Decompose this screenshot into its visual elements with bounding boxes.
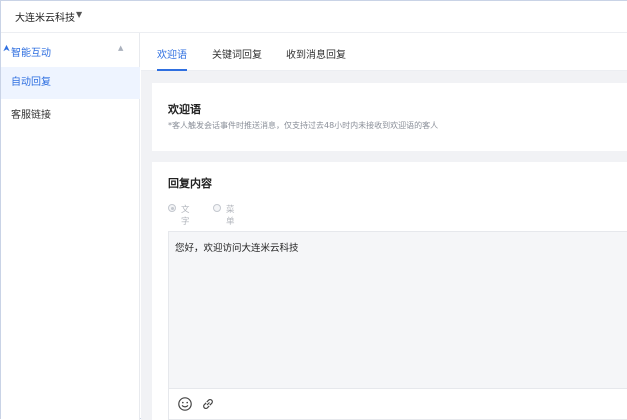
welcome-card-description: *客人触发会话事件时推送消息，仅支持过去48小时内未接收到欢迎语的客人 — [168, 121, 439, 130]
org-name[interactable]: 大连米云科技 — [15, 9, 75, 24]
reply-editor-text[interactable]: 您好，欢迎访问大连米云科技 — [175, 240, 299, 254]
sidebar-group-smart-interaction[interactable]: 智能互动 ▲ — [1, 33, 140, 66]
tab-keyword-reply[interactable]: 关键词回复 — [212, 46, 262, 61]
welcome-card-title: 欢迎语 — [168, 103, 201, 116]
reply-editor[interactable]: 您好，欢迎访问大连米云科技 — [168, 231, 627, 420]
tab-bar: 欢迎语 关键词回复 收到消息回复 — [141, 33, 627, 71]
sidebar-item-auto-reply[interactable]: 自动回复 — [1, 67, 140, 99]
main-content: 欢迎语 关键词回复 收到消息回复 欢迎语 *客人触发会话事件时推送消息，仅支持过… — [141, 33, 627, 420]
sidebar-group-label: 智能互动 — [11, 48, 51, 59]
active-tab-indicator — [157, 69, 187, 71]
radio-menu-label: 菜单 — [226, 205, 235, 227]
sidebar-item-service-link[interactable]: 客服链接 — [1, 100, 140, 132]
sidebar: 智能互动 ▲ 自动回复 客服链接 — [1, 33, 140, 420]
emoji-icon[interactable] — [177, 396, 193, 412]
top-bar: 大连米云科技 ▼ — [1, 1, 627, 33]
radio-menu[interactable] — [213, 204, 221, 212]
caret-up-icon[interactable]: ▲ — [118, 44, 123, 52]
tab-message-reply[interactable]: 收到消息回复 — [286, 46, 346, 61]
editor-toolbar — [169, 388, 627, 419]
tab-welcome[interactable]: 欢迎语 — [157, 46, 187, 61]
caret-down-icon[interactable]: ▼ — [76, 10, 82, 19]
reply-content-card: 回复内容 文字 菜单 您好，欢迎访问大连米云科技 — [152, 162, 627, 420]
link-icon[interactable] — [200, 396, 216, 412]
interaction-icon — [3, 44, 10, 52]
radio-text-label: 文字 — [181, 205, 190, 227]
reply-card-title: 回复内容 — [168, 177, 212, 190]
radio-text[interactable] — [168, 204, 176, 212]
welcome-card: 欢迎语 *客人触发会话事件时推送消息，仅支持过去48小时内未接收到欢迎语的客人 — [152, 83, 627, 151]
